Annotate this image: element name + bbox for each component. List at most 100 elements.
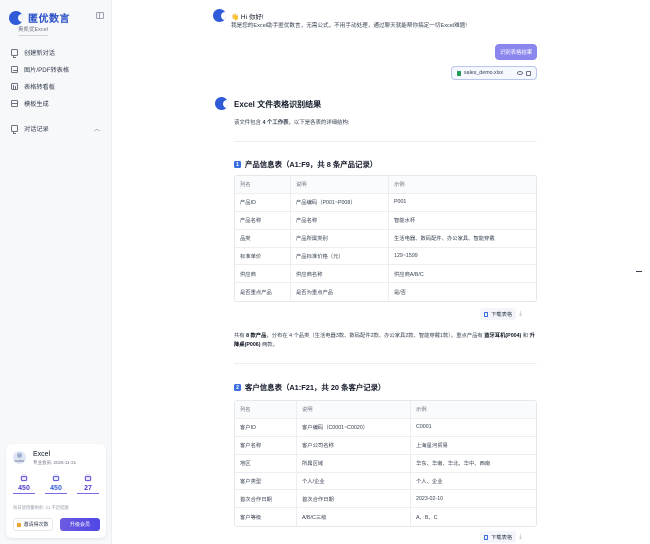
sidebar-item-image-to-table[interactable]: 图片/PDF转表格 [0, 61, 112, 78]
sidebar-item-label: 模板生成 [24, 101, 49, 108]
column-header: 说明 [297, 401, 411, 419]
table-cell: 所属区域 [297, 454, 411, 473]
column-header: 列名 [235, 176, 291, 194]
table-row: 客户类型 个人/企业 个人、企业 [235, 472, 536, 491]
table-cell: A、B、C [416, 515, 438, 522]
file-attachment[interactable]: sales_demo.xlsx [451, 66, 537, 80]
table-cell: 客户公司名称 [297, 436, 411, 455]
table-cell: 供应商A/B/C [389, 265, 536, 284]
stat-underline [45, 493, 67, 494]
table-cell: P001 [389, 194, 536, 212]
sidebar-item-label: 图片/PDF转表格 [24, 67, 70, 74]
table-cell: 首次合作日期 [235, 490, 297, 509]
section-title: 2 客户信息表（A1:F21，共 20 条客户记录） [234, 382, 385, 393]
scroll-indicator[interactable] [636, 271, 642, 272]
user-name: Excel [33, 451, 51, 458]
download-icon[interactable]: ⤓ [519, 534, 522, 541]
table-cell: 是/否 [394, 290, 407, 297]
table-cell: 产品名称 [235, 211, 291, 230]
table-cell: 2023-02-10 [411, 490, 536, 509]
sidebar-nav: 创建新对话 图片/PDF转表格 表格转看板 模板生成 对话记录 ︿ [0, 44, 112, 137]
divider [234, 363, 537, 364]
stat-underline [13, 493, 35, 494]
table-header-row: 列名 说明 示例 [235, 176, 536, 194]
collapse-sidebar-icon[interactable] [96, 12, 104, 19]
table-row: 首次合作日期 首次合作日期 2023-02-10 [235, 490, 536, 509]
sidebar-item-new-chat[interactable]: 创建新对话 [0, 44, 112, 61]
avatar-label: avatar [14, 459, 25, 463]
preview-icon[interactable] [517, 71, 523, 75]
summary-part: 共有 [234, 333, 245, 339]
table-cell: 标准单价 [235, 247, 291, 266]
table-cell: 产品名称 [291, 211, 389, 230]
table-cell: 产品标准价格（元） [291, 247, 389, 266]
table-cell: 华东、华南、华北、华中、西南 [411, 455, 536, 473]
table-row: 地区 所属区域 华东、华南、华北、华中、西南 [235, 454, 536, 473]
chevron-up-icon[interactable]: ︿ [94, 124, 100, 133]
table-cell: 客户ID [235, 418, 297, 437]
download-table-button[interactable]: 下载表格 [480, 308, 517, 320]
table-row: 产品名称 产品名称 智能水杯 [235, 211, 536, 230]
table-cell: 129~1599 [389, 248, 536, 266]
result-title: Excel 文件表格识别结果 [234, 100, 322, 109]
sidebar-item-template[interactable]: 模板生成 [0, 95, 112, 112]
sidebar-item-label: 表格转看板 [24, 84, 55, 91]
download-table-button[interactable]: 下载表格 [480, 531, 517, 543]
workspace-label[interactable]: 奥凯优Excel [18, 25, 48, 36]
table-cell: 品类 [235, 229, 291, 248]
download-label: 下载表格 [491, 535, 513, 541]
file-name: sales_demo.xlsx [464, 70, 504, 76]
table-cell: 是否为重点产品 [291, 283, 389, 302]
summary-bold: 8 款产品 [246, 333, 267, 339]
assistant-avatar [213, 9, 226, 22]
sidebar-item-history[interactable]: 对话记录 ︿ [0, 120, 112, 137]
table-row: 是否重点产品 是否为重点产品 是/否 [235, 283, 536, 302]
table-row: 客户ID 客户编码（C0001~C0020） C0001 [235, 418, 536, 437]
invite-button[interactable]: 邀请得次数 [13, 518, 53, 531]
stat-item[interactable]: 450 [42, 474, 70, 494]
file-count-icon [52, 474, 60, 482]
summary-text: 共有 8 款产品，分布在 4 个品类（生活电器3款、数码配件2款、办公家具2款、… [234, 332, 537, 350]
membership-expiry: 专业会员: 2026-11-21 [33, 460, 77, 465]
document-icon [484, 311, 488, 317]
table-cell: A/B/C三级 [297, 508, 411, 527]
table-row: 产品ID 产品编码（P001~P008） P001 [235, 193, 536, 212]
gift-icon [17, 522, 22, 527]
document-icon [484, 534, 488, 540]
table-header-row: 列名 说明 示例 [235, 401, 536, 419]
chat-count-icon [20, 474, 28, 482]
assistant-avatar [215, 97, 228, 110]
download-icon[interactable]: ⤓ [519, 311, 522, 318]
column-header: 说明 [291, 176, 389, 194]
table-cell: 产品ID [235, 193, 291, 212]
avatar[interactable]: avatar [13, 451, 26, 464]
table-cell: 地区 [235, 454, 297, 473]
stat-item[interactable]: 27 [74, 474, 102, 494]
user-card: avatar Excel 专业会员: 2026-11-21 450 450 27… [6, 444, 106, 538]
product-table: 列名 说明 示例 产品ID 产品编码（P001~P008） P001 产品名称 产品名… [234, 175, 537, 303]
column-header: 示例 [389, 176, 536, 194]
usage-stats: 450 450 27 [10, 474, 102, 494]
invite-label: 邀请得次数 [23, 522, 49, 528]
table-cell: 供应商名称 [291, 265, 389, 284]
stat-item[interactable]: 450 [10, 474, 38, 494]
table-row: 标准单价 产品标准价格（元） 129~1599 [235, 247, 536, 266]
upgrade-button[interactable]: 升级会员 [60, 518, 100, 531]
copy-icon[interactable] [526, 70, 531, 76]
template-icon [11, 100, 18, 107]
table-cell: 客户名称 [235, 436, 297, 455]
stat-value: 27 [84, 485, 92, 492]
desc-text: ，以下是各表的详细结构: [288, 120, 350, 126]
download-label: 下载表格 [491, 312, 513, 318]
section-number-badge: 2 [234, 384, 241, 391]
section-number-badge: 1 [234, 161, 241, 168]
section-title-text: 客户信息表（A1:F21，共 20 条客户记录） [245, 383, 386, 392]
desc-bold: 4 个工作表 [262, 120, 289, 126]
table-cell: 个人/企业 [297, 472, 411, 491]
sidebar-item-table-to-dashboard[interactable]: 表格转看板 [0, 78, 112, 95]
column-header: 列名 [235, 401, 297, 419]
table-row: 品类 产品所属类别 生活电器、数码配件、办公家具、智能穿戴 [235, 229, 536, 248]
image-icon [11, 66, 18, 73]
brand-logo: 匿优数言 [9, 10, 70, 25]
brand-name: 匿优数言 [28, 14, 70, 25]
